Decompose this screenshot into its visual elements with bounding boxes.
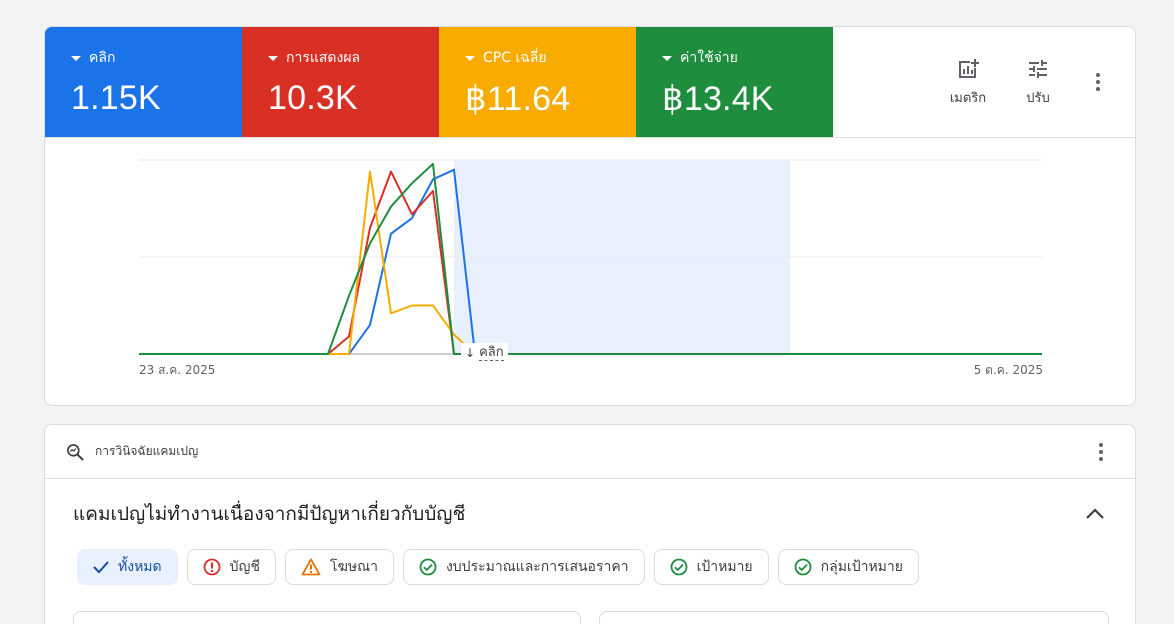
chip-account-label: บัญชี [229, 559, 260, 575]
tile-avg-cpc-value: ฿11.64 [465, 80, 571, 118]
chip-goals-label: เป้าหมาย [696, 559, 753, 575]
tile-cost-name: ค่าใช้จ่าย [680, 50, 738, 66]
tile-clicks-name: คลิก [89, 50, 116, 66]
tile-clicks-value: 1.15K [71, 79, 161, 117]
metrics-label: เมตริก [949, 91, 987, 106]
tile-impressions[interactable]: การแสดงผล 10.3K [242, 27, 439, 137]
issue-row: แคมเปญไม่ทำงานเนื่องจากมีปัญหาเกี่ยวกับบ… [45, 479, 1135, 549]
more-vert-icon [1096, 73, 1100, 91]
check-circle-icon [419, 558, 437, 576]
add-chart-icon [959, 59, 979, 78]
chip-ads-label: โฆษณา [329, 559, 378, 575]
check-icon [93, 561, 109, 574]
filter-chips: ทั้งหมด บัญชี โฆษณา งบประมาณและการเสนอรา… [45, 549, 1135, 585]
tile-cost-value: ฿13.4K [662, 80, 774, 118]
tile-cost[interactable]: ค่าใช้จ่าย ฿13.4K [636, 27, 833, 137]
dropdown-arrow-icon [662, 55, 672, 61]
arrow-down-icon: ↓ [465, 346, 476, 360]
tile-impressions-value: 10.3K [268, 79, 358, 117]
chip-account[interactable]: บัญชี [186, 549, 276, 585]
performance-card: คลิก 1.15K การแสดงผล 10.3K CPC เฉลี่ย ฿1… [44, 26, 1136, 406]
chart-marker[interactable]: ↓ คลิก [461, 343, 508, 363]
chevron-up-icon [1086, 508, 1104, 519]
check-circle-icon [794, 558, 812, 576]
tile-avg-cpc[interactable]: CPC เฉลี่ย ฿11.64 [439, 27, 636, 137]
error-icon [203, 558, 221, 576]
x-axis-start-label: 23 ส.ค. 2025 [139, 363, 216, 377]
diagnosis-card: การวินิจฉัยแคมเปญ แคมเปญไม่ทำงานเนื่องจา… [44, 424, 1136, 624]
dropdown-arrow-icon [71, 55, 81, 61]
metric-tiles: คลิก 1.15K การแสดงผล 10.3K CPC เฉลี่ย ฿1… [45, 27, 1135, 138]
dropdown-arrow-icon [268, 55, 278, 61]
more-options-button[interactable] [1083, 67, 1113, 97]
chip-audiences-label: กลุ่มเป้าหมาย [820, 559, 903, 575]
chip-all-label: ทั้งหมด [118, 559, 162, 575]
more-vert-icon [1099, 442, 1103, 461]
chip-budget-bidding[interactable]: งบประมาณและการเสนอราคา [402, 549, 645, 585]
diagnosis-header: การวินิจฉัยแคมเปญ [45, 425, 1135, 479]
diagnosis-more-button[interactable] [1089, 440, 1113, 464]
chip-budget-bidding-label: งบประมาณและการเสนอราคา [445, 559, 629, 575]
dropdown-arrow-icon [465, 55, 475, 61]
tile-clicks[interactable]: คลิก 1.15K [45, 27, 242, 137]
adjust-label: ปรับ [1026, 91, 1050, 106]
chip-audiences[interactable]: กลุ่มเป้าหมาย [777, 549, 919, 585]
adjust-button[interactable]: ปรับ [1003, 57, 1073, 108]
tile-avg-cpc-name: CPC เฉลี่ย [483, 50, 547, 66]
issue-detail-card-2 [599, 611, 1109, 624]
metrics-button[interactable]: เมตริก [933, 57, 1003, 108]
x-axis-end-label: 5 ต.ค. 2025 [973, 363, 1043, 377]
chip-all[interactable]: ทั้งหมด [77, 549, 178, 585]
check-circle-icon [670, 558, 687, 576]
search-insights-icon [67, 443, 84, 460]
collapse-button[interactable] [1083, 502, 1107, 526]
diagnosis-header-title: การวินิจฉัยแคมเปญ [95, 444, 199, 458]
tile-impressions-name: การแสดงผล [286, 50, 361, 66]
performance-chart: 23 ส.ค. 2025 5 ต.ค. 2025 ↓ คลิก [45, 139, 1135, 405]
warning-icon [301, 558, 321, 576]
chip-ads[interactable]: โฆษณา [284, 549, 394, 585]
chip-goals[interactable]: เป้าหมาย [653, 549, 769, 585]
tune-icon [1029, 60, 1047, 78]
chart-marker-label: คลิก [479, 344, 504, 361]
issue-detail-card-1 [73, 611, 581, 624]
chart-tools: เมตริก ปรับ [833, 27, 1135, 137]
issue-title: แคมเปญไม่ทำงานเนื่องจากมีปัญหาเกี่ยวกับบ… [73, 503, 466, 525]
